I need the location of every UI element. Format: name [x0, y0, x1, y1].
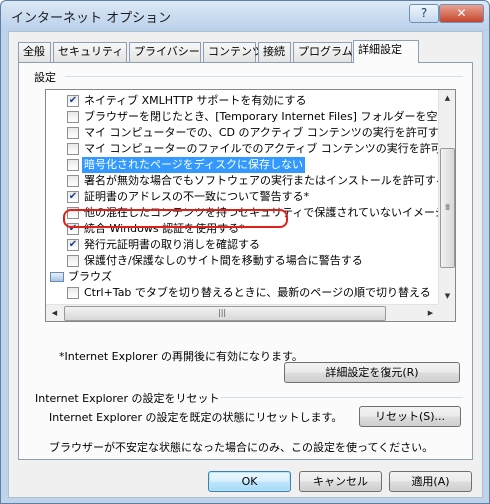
- setting-label: 暗号化されたページをディスクに保存しない: [82, 157, 306, 173]
- grip-icon: |||: [218, 308, 227, 317]
- checkbox[interactable]: [67, 255, 79, 267]
- settings-item[interactable]: 保護付き/保護なしのサイト間を移動する場合に警告する: [46, 253, 439, 269]
- settings-item[interactable]: 暗号化されたページをディスクに保存しない: [46, 157, 439, 173]
- checkmark-icon: ✔: [68, 223, 78, 234]
- checkbox[interactable]: [67, 175, 79, 187]
- setting-label: ネイティブ XMLHTTP サポートを有効にする: [84, 94, 307, 107]
- setting-label: 発行元証明書の取り消しを確認する: [84, 238, 260, 251]
- checkmark-icon: ✔: [68, 239, 78, 250]
- apply-button[interactable]: 適用(A): [389, 471, 472, 492]
- category-label: ブラウズ: [68, 270, 112, 283]
- settings-rows: ✔ ネイティブ XMLHTTP サポートを有効にするブラウザーを閉じたとき、[Te…: [46, 93, 455, 301]
- checkmark-icon: ✔: [68, 95, 78, 106]
- scroll-down-icon[interactable]: ▼: [439, 288, 455, 305]
- checkbox[interactable]: [67, 159, 79, 171]
- settings-item[interactable]: ✔ 証明書のアドレスの不一致について警告する*: [46, 189, 439, 205]
- settings-category: ブラウズ: [46, 269, 439, 285]
- reset-button[interactable]: リセット(S)...: [359, 406, 461, 427]
- settings-item[interactable]: ブラウザーを閉じたとき、[Temporary Internet Files] フ…: [46, 109, 455, 125]
- setting-label: 署名が無効な場合でもソフトウェアの実行またはインストールを許可する: [84, 174, 447, 187]
- advanced-tab-panel: 設定 ✔ ネイティブ XMLHTTP サポートを有効にするブラウザーを閉じたとき、…: [18, 62, 473, 460]
- settings-group-label: 設定: [34, 71, 56, 84]
- reset-group-label: Internet Explorer の設定をリセット: [35, 392, 220, 405]
- settings-item[interactable]: Ctrl+Tab でタブを切り替えるときに、最新のページの順で切り替える: [46, 285, 439, 301]
- reset-description: Internet Explorer の設定を既定の状態にリセットします。: [49, 411, 343, 424]
- checkbox[interactable]: ✔: [67, 95, 79, 107]
- settings-item[interactable]: 署名が無効な場合でもソフトウェアの実行またはインストールを許可する: [46, 173, 447, 189]
- scroll-right-icon[interactable]: ▶: [422, 305, 439, 321]
- setting-label: 証明書のアドレスの不一致について警告する*: [84, 190, 310, 203]
- settings-item[interactable]: マイ コンピューターのファイルでのアクティブ コンテンツの実行を許可する*: [46, 141, 455, 157]
- help-button[interactable]: ?: [409, 4, 439, 23]
- checkbox[interactable]: [67, 207, 79, 219]
- dialog-body: 全般 セキュリティ プライバシー コンテンツ 接続 プログラム 詳細設定 設定 …: [8, 31, 483, 498]
- grip-icon: ≡ ≡: [445, 202, 451, 212]
- restore-advanced-button[interactable]: 詳細設定を復元(R): [284, 362, 460, 383]
- settings-item[interactable]: ✔ 発行元証明書の取り消しを確認する: [46, 237, 439, 253]
- setting-label: 保護付き/保護なしのサイト間を移動する場合に警告する: [84, 254, 363, 267]
- setting-label: ブラウザーを閉じたとき、[Temporary Internet Files] フ…: [84, 110, 456, 123]
- checkbox[interactable]: ✔: [67, 239, 79, 251]
- vertical-scroll-thumb[interactable]: ≡ ≡: [440, 148, 455, 268]
- checkbox[interactable]: [67, 111, 79, 123]
- checkbox[interactable]: ✔: [67, 223, 79, 235]
- settings-item[interactable]: マイ コンピューターでの、CD のアクティブ コンテンツの実行を許可する*: [46, 125, 455, 141]
- checkbox[interactable]: [67, 143, 79, 155]
- checkbox[interactable]: [67, 287, 79, 299]
- tab-content[interactable]: コンテンツ: [203, 42, 263, 62]
- scroll-up-icon[interactable]: ▲: [439, 90, 455, 107]
- settings-item[interactable]: ✔ ネイティブ XMLHTTP サポートを有効にする: [46, 93, 439, 109]
- settings-item[interactable]: 他の混在したコンテンツを持つセキュリティで保護されていないイメージをブ: [46, 205, 455, 221]
- setting-label: 統合 Windows 認証を使用する*: [84, 222, 245, 235]
- divider: [221, 397, 463, 398]
- tab-privacy[interactable]: プライバシー: [129, 42, 201, 62]
- title-bar[interactable]: インターネット オプション ? ✕: [1, 1, 489, 31]
- settings-item[interactable]: ✔ 統合 Windows 認証を使用する*: [46, 221, 439, 237]
- scroll-corner: [438, 304, 455, 321]
- checkbox[interactable]: ✔: [67, 191, 79, 203]
- tab-general[interactable]: 全般: [18, 42, 51, 62]
- tab-security[interactable]: セキュリティ: [53, 42, 127, 62]
- settings-list[interactable]: ✔ ネイティブ XMLHTTP サポートを有効にするブラウザーを閉じたとき、[Te…: [45, 89, 456, 322]
- cancel-button[interactable]: キャンセル: [299, 471, 382, 492]
- folder-icon: [50, 272, 64, 282]
- close-icon: ✕: [456, 6, 467, 20]
- setting-label: Ctrl+Tab でタブを切り替えるときに、最新のページの順で切り替える: [84, 286, 431, 299]
- help-icon: ?: [420, 6, 428, 20]
- restart-note: *Internet Explorer の再開後に有効になります。: [59, 350, 303, 363]
- reset-warning: ブラウザーが不安定な状態になった場合にのみ、この設定を使ってください。: [49, 441, 434, 454]
- window-title: インターネット オプション: [11, 11, 172, 26]
- setting-label: マイ コンピューターでの、CD のアクティブ コンテンツの実行を許可する*: [84, 126, 456, 139]
- internet-options-dialog: インターネット オプション ? ✕ 全般 セキュリティ プライバシー コンテンツ…: [0, 0, 490, 504]
- horizontal-scroll-thumb[interactable]: |||: [64, 306, 386, 321]
- setting-label: 他の混在したコンテンツを持つセキュリティで保護されていないイメージをブ: [84, 206, 456, 219]
- scroll-left-icon[interactable]: ◀: [46, 305, 63, 321]
- ok-button[interactable]: OK: [208, 471, 291, 492]
- tab-connections[interactable]: 接続: [258, 42, 291, 62]
- vertical-scrollbar[interactable]: ▲ ≡ ≡ ▼: [438, 90, 455, 305]
- checkmark-icon: ✔: [68, 191, 78, 202]
- divider: [65, 76, 463, 77]
- tab-advanced[interactable]: 詳細設定: [353, 40, 419, 63]
- tab-programs[interactable]: プログラム: [293, 42, 353, 62]
- horizontal-scrollbar[interactable]: ◀ ||| ▶: [46, 304, 439, 321]
- setting-label: マイ コンピューターのファイルでのアクティブ コンテンツの実行を許可する*: [84, 142, 456, 155]
- close-button[interactable]: ✕: [439, 4, 484, 23]
- checkbox[interactable]: [67, 127, 79, 139]
